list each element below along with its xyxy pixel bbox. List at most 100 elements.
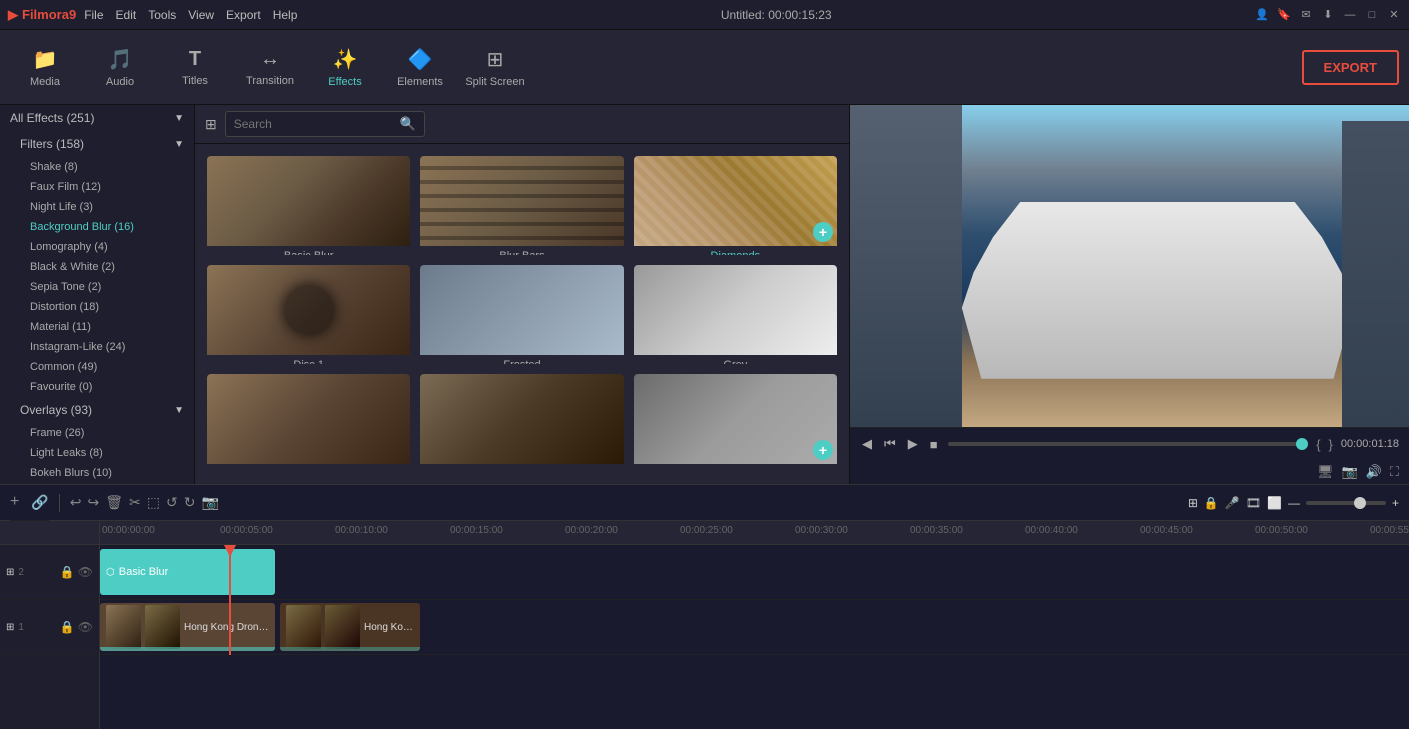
maximize-button[interactable]: □ (1365, 8, 1379, 22)
effect-row3-1[interactable] (207, 374, 410, 472)
panel-item-night-life[interactable]: Night Life (3) (0, 197, 194, 217)
menu-view[interactable]: View (188, 8, 214, 22)
play-button[interactable]: ▶ (906, 434, 920, 454)
effect-diamonds-thumb: + (634, 156, 837, 246)
effect-grey[interactable]: Grey (634, 265, 837, 364)
clip-video-2[interactable]: Hong Kong Drone5 (280, 603, 420, 651)
undo-button[interactable]: ↩ (70, 494, 82, 511)
main-toolbar: 📁 Media 🎵 Audio T Titles ↔ Transition ✨ … (0, 30, 1409, 105)
menu-edit[interactable]: Edit (116, 8, 137, 22)
progress-bar[interactable] (948, 442, 1309, 446)
tool-titles[interactable]: T Titles (160, 35, 230, 100)
panel-item-background-blur[interactable]: Background Blur (16) (0, 217, 194, 237)
search-input[interactable] (234, 117, 394, 131)
menu-file[interactable]: File (84, 8, 103, 22)
stop-button[interactable]: ■ (928, 435, 940, 454)
marker-5: 00:00:05:00 (220, 525, 273, 536)
panel-item-black-white[interactable]: Black & White (2) (0, 257, 194, 277)
app-logo: ▶ Filmora9 (8, 7, 76, 23)
menu-tools[interactable]: Tools (148, 8, 176, 22)
panel-item-common[interactable]: Common (49) (0, 357, 194, 377)
timeline-tracks[interactable]: 00:00:00:00 00:00:05:00 00:00:10:00 00:0… (100, 521, 1409, 729)
panel-item-distortion[interactable]: Distortion (18) (0, 297, 194, 317)
track-1-lock[interactable]: 🔒 (60, 620, 75, 634)
clip-thumb-1b (145, 605, 180, 649)
tool-audio[interactable]: 🎵 Audio (85, 35, 155, 100)
close-button[interactable]: ✕ (1387, 8, 1401, 22)
user-icon[interactable]: 👤 (1255, 8, 1269, 22)
bookmark-icon[interactable]: 🔖 (1277, 8, 1291, 22)
panel-item-favourite[interactable]: Favourite (0) (0, 377, 194, 397)
monitor-icon[interactable]: 🖥 (1317, 464, 1334, 480)
tool-effects[interactable]: ✨ Effects (310, 35, 380, 100)
camera-icon[interactable]: 📷 (1342, 464, 1358, 480)
zoom-handle[interactable] (1354, 497, 1366, 509)
all-effects-header[interactable]: All Effects (251) ▼ (0, 105, 194, 131)
effect-row3-2[interactable] (420, 374, 623, 472)
clip-basic-blur[interactable]: ⬡ Basic Blur (100, 549, 275, 595)
panel-item-bokeh[interactable]: Bokeh Blurs (10) (0, 463, 194, 483)
add-track-button[interactable]: + (10, 493, 19, 511)
search-box: 🔍 (225, 111, 425, 137)
progress-handle[interactable] (1296, 438, 1308, 450)
redo2-button[interactable]: ↻ (184, 494, 196, 511)
main-area: All Effects (251) ▼ Filters (158) ▼ Shak… (0, 105, 1409, 484)
track-2-hide[interactable]: 👁 (78, 565, 93, 579)
clip-video-1[interactable]: Hong Kong Drone5 Clip (100, 603, 275, 651)
grid-view-button[interactable]: ⊞ (205, 116, 217, 133)
zoom-plus-icon[interactable]: + (1392, 496, 1399, 510)
effect-blur-bars[interactable]: Blur Bars (420, 156, 623, 255)
panel-item-frame[interactable]: Frame (26) (0, 423, 194, 443)
download-icon[interactable]: ⬇ (1321, 8, 1335, 22)
panel-item-instagram[interactable]: Instagram-Like (24) (0, 337, 194, 357)
row3-3-add-badge[interactable]: + (813, 440, 833, 460)
film-icon[interactable]: 🎞 (1246, 496, 1261, 510)
rewind-button[interactable]: ⏮ (882, 434, 898, 454)
minimize-button[interactable]: — (1343, 8, 1357, 22)
panel-item-material[interactable]: Material (11) (0, 317, 194, 337)
prev-frame-button[interactable]: ◀ (860, 434, 874, 454)
panel-item-light-leaks[interactable]: Light Leaks (8) (0, 443, 194, 463)
menu-help[interactable]: Help (273, 8, 298, 22)
track-1-hide[interactable]: 👁 (78, 620, 93, 634)
tool-media[interactable]: 📁 Media (10, 35, 80, 100)
tool-splitscreen[interactable]: ⊞ Split Screen (460, 35, 530, 100)
tool-transition[interactable]: ↔ Transition (235, 35, 305, 100)
effect-diamonds[interactable]: + Diamonds (634, 156, 837, 255)
effect-disc1[interactable]: Disc 1 (207, 265, 410, 364)
expand-icon[interactable]: ⬜ (1267, 496, 1282, 510)
effect-basic-blur[interactable]: Basic Blur (207, 156, 410, 255)
export-button[interactable]: EXPORT (1302, 50, 1399, 85)
diamonds-add-badge[interactable]: + (813, 222, 833, 242)
overlays-header[interactable]: Overlays (93) ▼ (0, 397, 194, 423)
panel-item-sepia-tone[interactable]: Sepia Tone (2) (0, 277, 194, 297)
filters-header[interactable]: Filters (158) ▼ (0, 131, 194, 157)
cut-button[interactable]: ✂ (129, 494, 141, 511)
redo-button[interactable]: ↪ (88, 494, 100, 511)
effect-frosted[interactable]: Frosted (420, 265, 623, 364)
panel-item-shake[interactable]: Shake (8) (0, 157, 194, 177)
building-left (850, 105, 962, 427)
fullscreen-icon[interactable]: ⛶ (1390, 464, 1399, 480)
mic-icon[interactable]: 🎤 (1225, 496, 1240, 510)
delete-button[interactable]: 🗑 (105, 494, 123, 511)
lock-icon[interactable]: 🔒 (1204, 496, 1219, 510)
audio-label: Audio (106, 76, 134, 88)
volume-icon[interactable]: 🔊 (1366, 464, 1382, 480)
chain-button[interactable]: 🔗 (31, 494, 48, 511)
track-1-body[interactable]: Hong Kong Drone5 Clip Hong Kong Drone5 (100, 600, 1409, 654)
panel-item-lomography[interactable]: Lomography (4) (0, 237, 194, 257)
zoom-slider[interactable] (1306, 501, 1386, 505)
track-2-lock[interactable]: 🔒 (60, 565, 75, 579)
snapshot-button[interactable]: 📷 (201, 494, 218, 511)
effect-row3-3[interactable]: + (634, 374, 837, 472)
tool-elements[interactable]: 🔷 Elements (385, 35, 455, 100)
mail-icon[interactable]: ✉ (1299, 8, 1313, 22)
marker-15: 00:00:15:00 (450, 525, 503, 536)
undo2-button[interactable]: ↺ (166, 494, 178, 511)
shrink-icon[interactable]: — (1288, 496, 1300, 510)
panel-item-faux-film[interactable]: Faux Film (12) (0, 177, 194, 197)
crop-button[interactable]: ⬚ (147, 494, 160, 511)
menu-export[interactable]: Export (226, 8, 261, 22)
track-2-body[interactable]: ⬡ Basic Blur (100, 545, 1409, 599)
